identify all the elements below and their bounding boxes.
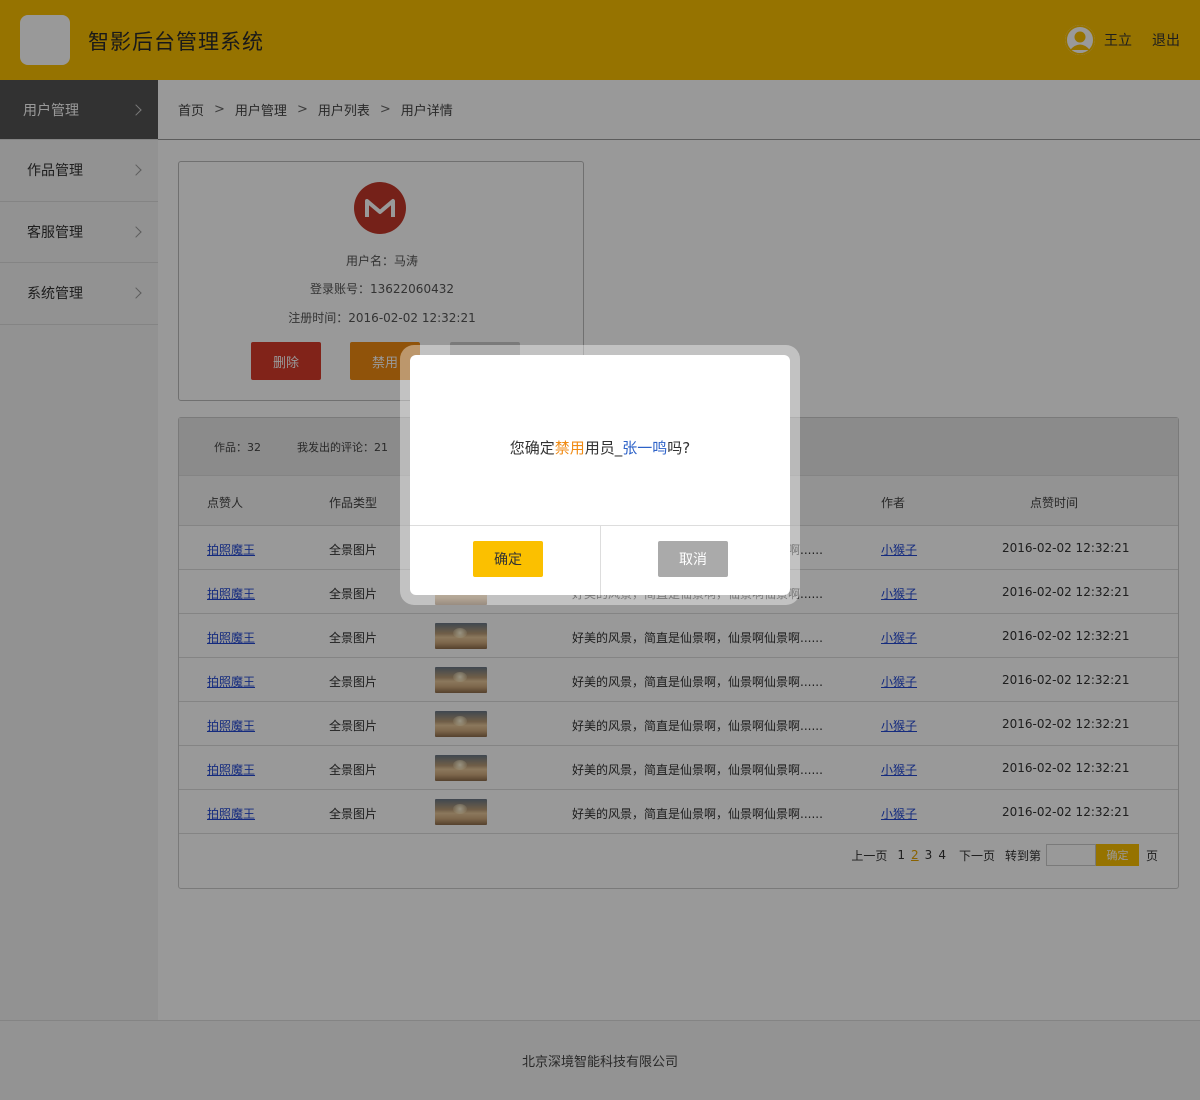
dialog-msg-prefix: 您确定 — [509, 439, 555, 457]
dialog-confirm-button[interactable]: 确定 — [473, 541, 543, 577]
dialog-msg-action: 禁用 — [554, 439, 585, 457]
dialog-msg-name: 张一鸣 — [622, 439, 668, 457]
dialog-cancel-button[interactable]: 取消 — [658, 541, 728, 577]
dialog-msg-middle: 用员_ — [584, 439, 623, 457]
dialog-button-divider — [600, 525, 601, 595]
dialog-msg-suffix: 吗? — [667, 439, 691, 457]
confirm-dialog: 您确定禁用用员_张一鸣吗? 确定 取消 — [410, 355, 790, 595]
dialog-message: 您确定禁用用员_张一鸣吗? — [410, 437, 790, 458]
